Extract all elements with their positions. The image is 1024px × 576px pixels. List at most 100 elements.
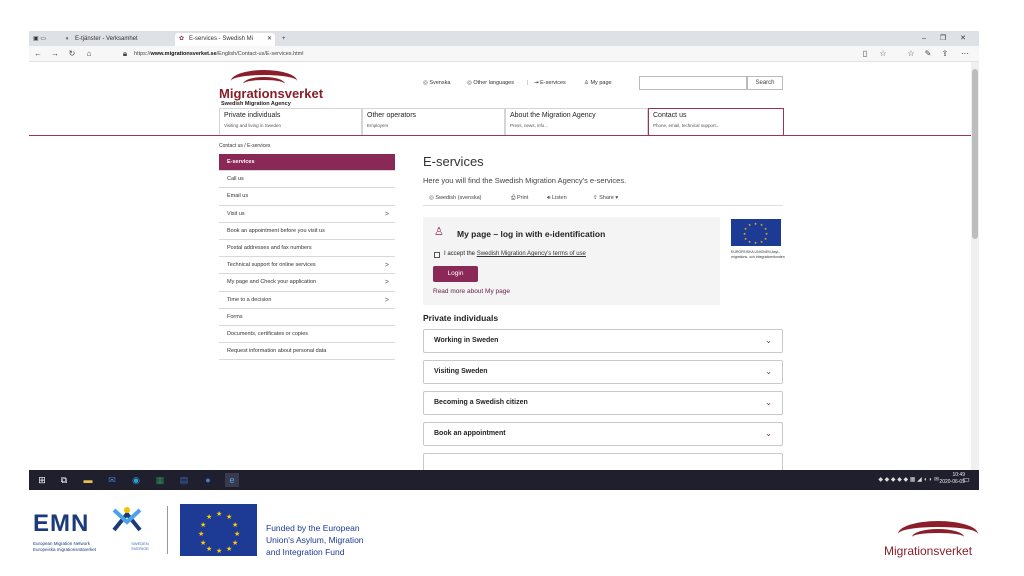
accordion-appointment[interactable]: Book an appointment ⌄ — [423, 422, 783, 446]
sidebar-item[interactable]: My page and Check your application > — [219, 274, 395, 292]
refresh-icon[interactable]: ↻ — [66, 48, 78, 60]
link-eservices[interactable]: ⇥ E-services — [534, 80, 566, 86]
sidebar-item-label: Technical support for online services — [227, 262, 316, 269]
more-menu-icon[interactable]: ⋯ — [959, 48, 971, 60]
language-selector[interactable]: ◎ Swedish (svenska) — [429, 195, 482, 201]
tab-etjanster[interactable]: ◐ E-tjänster - Verksamhet — [61, 33, 171, 46]
accordion-partial[interactable] — [423, 453, 783, 470]
migrationsverket-logo[interactable]: Migrationsverket Swedish Migration Agenc… — [219, 68, 323, 108]
favorites-bar-icon[interactable]: ☆ — [905, 48, 917, 60]
breadcrumb[interactable]: Contact us / E-services — [219, 143, 270, 149]
notes-pen-icon[interactable]: ✎ — [922, 48, 934, 60]
home-icon[interactable]: ⌂ — [83, 48, 95, 60]
caret-down-icon: ▾ — [613, 195, 619, 201]
sidebar-item[interactable]: Technical support for online services > — [219, 257, 395, 275]
eu-flag-icon: ★ ★ ★ ★ ★ ★ ★ ★ ★ ★ ★ ★ — [731, 219, 781, 246]
sidebar-item[interactable]: Forms — [219, 309, 395, 326]
sidebar-item[interactable]: Book an appointment before you visit us — [219, 223, 395, 240]
page-scrollbar[interactable] — [971, 62, 979, 470]
emn-logo: EMN European Migration Network Europeisk… — [30, 504, 150, 556]
share-label: Share — [599, 195, 614, 201]
skype-icon[interactable]: ◉ — [129, 473, 143, 487]
web-page: Migrationsverket Swedish Migration Agenc… — [29, 62, 971, 470]
sidebar-item-label: Documents, certificates or copies — [227, 330, 309, 337]
link-other-languages[interactable]: ◎ Other languages — [467, 80, 514, 86]
back-arrow-icon[interactable]: ← — [32, 48, 44, 60]
link-svenska[interactable]: ◎ Svenska — [423, 80, 450, 86]
sidebar-item-label: Postal addresses and fax numbers — [227, 244, 312, 251]
logo-arc-inner-icon — [912, 529, 964, 545]
terms-checkbox[interactable] — [434, 252, 440, 258]
mainnav-contact-us[interactable]: Contact us Phone, email, technical suppo… — [648, 108, 784, 135]
funded-text-line1: Funded by the European — [266, 523, 360, 533]
outlook-icon[interactable]: ✉ — [105, 473, 119, 487]
login-button[interactable]: Login — [433, 266, 478, 282]
link-other-languages-label: Other languages — [473, 80, 514, 86]
tab-favicon-icon: ✿ — [178, 36, 185, 42]
accordion-citizen[interactable]: Becoming a Swedish citizen ⌄ — [423, 391, 783, 415]
page-intro: Here you will find the Swedish Migration… — [423, 176, 627, 185]
sidebar-item[interactable]: Documents, certificates or copies — [219, 326, 395, 344]
mainnav-sub: Visiting and living in Sweden — [224, 123, 281, 128]
mainnav-private-individuals[interactable]: Private individuals Visiting and living … — [219, 108, 362, 135]
task-view-icon[interactable]: ⧉ — [57, 473, 71, 487]
sidebar-item-label: Forms — [227, 313, 243, 320]
sidebar-item-label: Call us — [227, 176, 244, 183]
browser-titlebar: ▣ ▭ ◐ E-tjänster - Verksamhet ✿ E-servic… — [29, 31, 979, 46]
minimize-button[interactable]: – — [917, 33, 931, 44]
close-window-button[interactable]: ✕ — [956, 33, 970, 44]
emn-star-figure-icon — [112, 507, 142, 532]
sidebar-item[interactable]: Call us — [219, 171, 395, 189]
scrollbar-thumb[interactable] — [972, 69, 978, 239]
mainnav-other-operators[interactable]: Other operators Employers — [362, 108, 505, 135]
accordion-label: Working in Sweden — [434, 337, 499, 344]
search-input[interactable] — [639, 76, 747, 90]
page-title: E-services — [423, 154, 484, 169]
terms-prefix: I accept the — [444, 251, 476, 257]
sidebar-item-label: Email us — [227, 193, 249, 200]
system-tray-icons[interactable]: ◆ ◆ ◆ ◆ ◆ ▦ ◢ ◖ ◗ ✉ — [878, 476, 939, 483]
emn-line2: Europeiska migrationsnätverket — [33, 547, 97, 552]
emn-sweden-label: SWEDEN SVERIGE — [131, 541, 149, 551]
listen-label: Listen — [552, 195, 567, 201]
word-icon[interactable]: ▤ — [177, 473, 191, 487]
notifications-icon[interactable]: ▭ — [959, 473, 973, 487]
sidebar-item[interactable]: Email us — [219, 188, 395, 206]
search-button[interactable]: Search — [747, 76, 783, 90]
favorite-star-icon[interactable]: ☆ — [877, 48, 889, 60]
excel-icon[interactable]: ▦ — [153, 473, 167, 487]
new-tab-button[interactable]: + — [279, 33, 293, 46]
sidebar-item-label: E-services — [227, 159, 255, 165]
file-explorer-icon[interactable]: ▬ — [81, 473, 95, 487]
reading-view-icon[interactable]: ▯ — [859, 48, 871, 60]
lock-icon: 🔒︎ — [122, 49, 128, 58]
print-button[interactable]: ⎙ Print — [511, 195, 528, 202]
url-field[interactable]: https://www.migrationsverket.se/English/… — [134, 49, 854, 59]
share-icon[interactable]: ⇪ — [939, 48, 951, 60]
listen-button[interactable]: 🔊︎ Listen — [547, 195, 567, 202]
tab-eservices[interactable]: ✿ E-services - Swedish Mi ✕ — [175, 33, 275, 46]
windows-start-icon[interactable]: ⊞ — [35, 473, 49, 487]
mainnav-about[interactable]: About the Migration Agency Press, news, … — [505, 108, 648, 135]
app-icon[interactable]: ● — [201, 473, 215, 487]
read-more-link[interactable]: Read more about My page — [433, 288, 510, 295]
forward-arrow-icon[interactable]: → — [49, 48, 61, 60]
sidebar-item[interactable]: Request information about personal data — [219, 343, 395, 361]
sidebar-item[interactable]: Time to a decision > — [219, 292, 395, 309]
accordion-working[interactable]: Working in Sweden ⌄ — [423, 329, 783, 353]
edge-browser-icon[interactable]: e — [225, 473, 239, 487]
sidebar-item[interactable]: E-services — [219, 154, 395, 172]
link-mypage[interactable]: ♙ My page — [584, 80, 612, 86]
sidebar-item[interactable]: Visit us > — [219, 206, 395, 223]
separator: | — [527, 80, 529, 86]
tab-close-icon[interactable]: ✕ — [267, 33, 272, 46]
mainnav-title: Contact us — [653, 112, 687, 119]
terms-link[interactable]: Swedish Migration Agency's terms of use — [477, 251, 586, 257]
sidebar-item-label: Book an appointment before you visit us — [227, 227, 325, 234]
sidebar-item[interactable]: Postal addresses and fax numbers — [219, 240, 395, 258]
share-button[interactable]: ⇪ Share ▾ — [593, 195, 618, 201]
accordion-visiting[interactable]: Visiting Sweden ⌄ — [423, 360, 783, 384]
tab-actions-icon[interactable]: ▣ ▭ — [31, 33, 57, 46]
maximize-button[interactable]: ❐ — [936, 33, 950, 44]
chevron-down-icon: ⌄ — [765, 398, 772, 407]
